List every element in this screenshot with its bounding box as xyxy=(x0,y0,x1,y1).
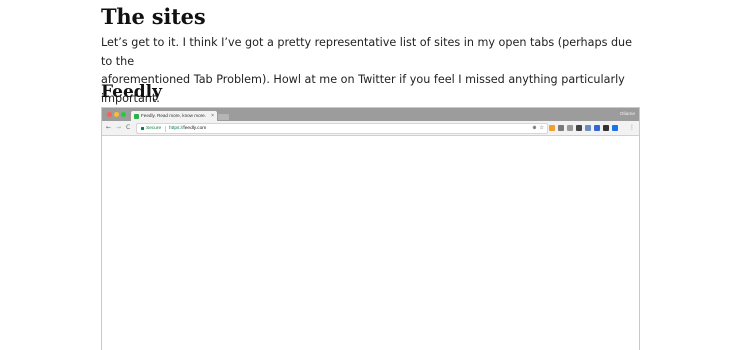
close-window-dot-icon[interactable] xyxy=(107,112,112,117)
address-bar[interactable]: Secure https://feedly.com ⊕ ☆ xyxy=(136,123,548,134)
ext-orange-icon[interactable] xyxy=(549,125,555,131)
ext-dark-icon[interactable] xyxy=(603,125,609,131)
maximize-window-dot-icon[interactable] xyxy=(121,112,126,117)
minimize-window-dot-icon[interactable] xyxy=(114,112,119,117)
subheading-feedly: Feedly xyxy=(101,82,162,102)
ext-globe-icon[interactable] xyxy=(585,125,591,131)
section-heading: The sites xyxy=(101,4,206,29)
tab-close-icon[interactable]: × xyxy=(211,111,214,121)
url-scheme: https:// xyxy=(169,126,184,131)
intro-line-1: Let’s get to it. I think I’ve got a pret… xyxy=(101,36,633,68)
address-divider xyxy=(165,125,166,132)
feedly-favicon-icon xyxy=(134,113,139,119)
ext-v-icon[interactable] xyxy=(612,125,618,131)
translate-icon[interactable]: ⊕ xyxy=(532,125,536,131)
page-content-blank xyxy=(102,136,639,350)
ext-blue-icon[interactable] xyxy=(594,125,600,131)
star-bookmark-icon[interactable]: ☆ xyxy=(540,125,544,131)
ext-pen-icon[interactable] xyxy=(567,125,573,131)
browser-screenshot: Feedly. Read more, know more. × Oliame ←… xyxy=(101,107,640,350)
reload-icon[interactable]: C xyxy=(126,121,130,135)
secure-label: Secure xyxy=(146,126,162,131)
forward-arrow-icon[interactable]: → xyxy=(116,121,121,135)
ext-circle-icon[interactable] xyxy=(558,125,564,131)
tab-title: Feedly. Read more, know more. xyxy=(141,113,207,118)
browser-titlebar: Feedly. Read more, know more. × Oliame xyxy=(102,108,639,121)
ext-gear-icon[interactable] xyxy=(576,125,582,131)
intro-line-2: aforementioned Tab Problem). Howl at me … xyxy=(101,73,625,105)
browser-tab[interactable]: Feedly. Read more, know more. × xyxy=(131,111,217,121)
url-host: feedly.com xyxy=(183,126,207,131)
back-arrow-icon[interactable]: ← xyxy=(106,121,111,135)
menu-kebab-icon[interactable]: ⋮ xyxy=(629,121,635,135)
url-text: https://feedly.com xyxy=(169,124,206,133)
browser-toolbar: ← → C Secure https://feedly.com ⊕ ☆ ⋮ xyxy=(102,121,639,136)
lock-icon xyxy=(141,126,144,130)
profile-name[interactable]: Oliame xyxy=(620,108,635,121)
new-tab-button[interactable] xyxy=(218,114,229,120)
address-icons: ⊕ ☆ xyxy=(529,124,544,133)
intro-paragraph: Let’s get to it. I think I’ve got a pret… xyxy=(101,34,641,108)
